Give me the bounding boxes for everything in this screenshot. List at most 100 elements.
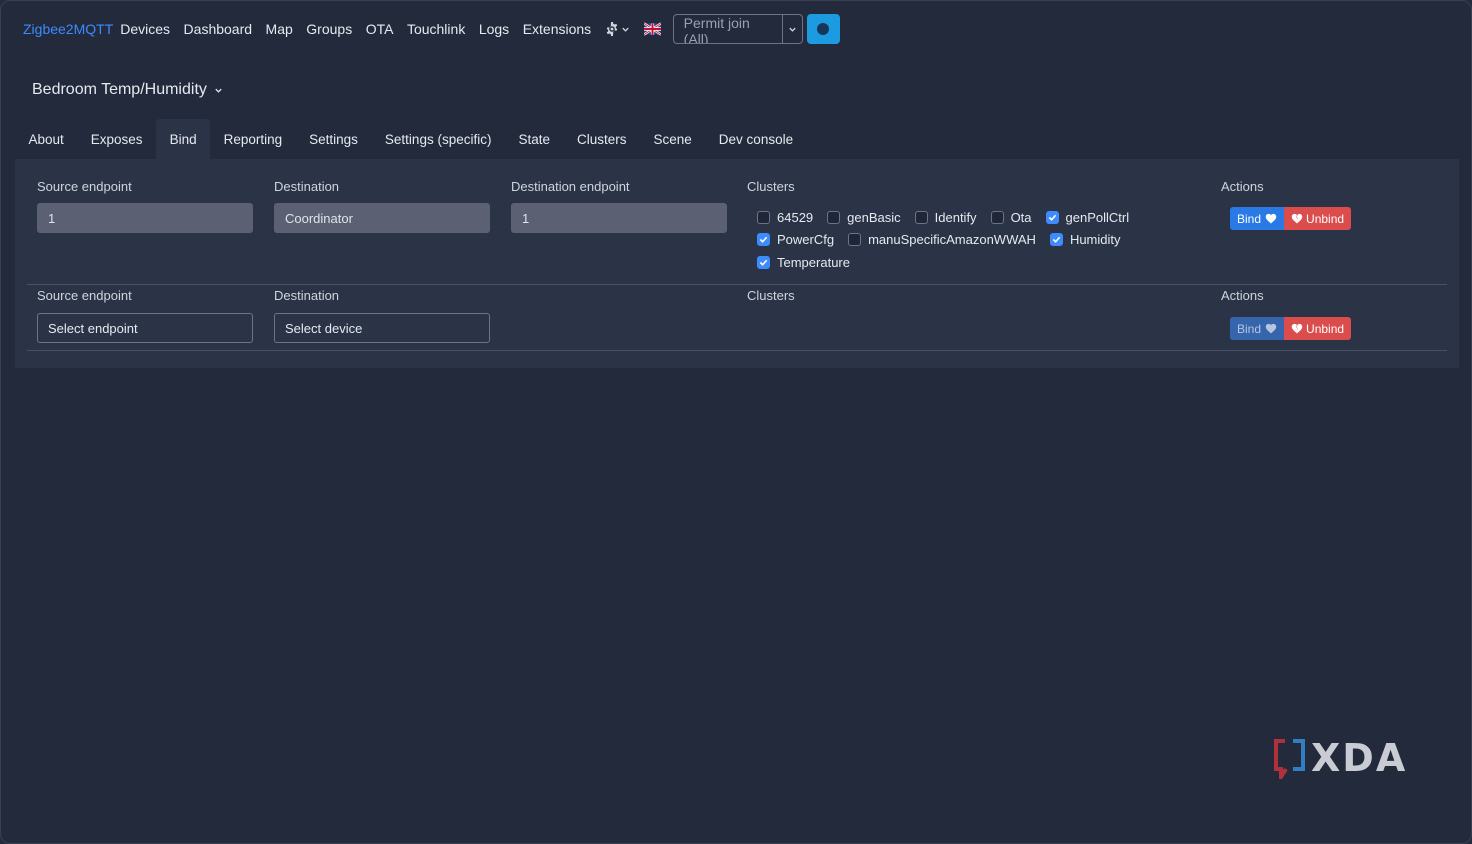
bind-button[interactable]: Bind — [1230, 317, 1285, 340]
destination-endpoint-field[interactable]: 1 — [511, 203, 727, 233]
nav-extensions[interactable]: Extensions — [523, 21, 591, 37]
uk-flag-icon[interactable] — [643, 22, 661, 36]
cluster-powercfg[interactable]: PowerCfg — [757, 232, 834, 247]
cluster-temperature[interactable]: Temperature — [757, 255, 850, 270]
device-title: Bedroom Temp/Humidity — [32, 81, 207, 98]
cluster-manuspecificamazonwwah[interactable]: manuSpecificAmazonWWAH — [848, 232, 1036, 247]
device-selector[interactable]: Bedroom Temp/Humidity — [32, 81, 223, 99]
row-actions: Bind Unbind — [1230, 207, 1352, 230]
tab-clusters[interactable]: Clusters — [564, 119, 641, 159]
source-endpoint-label: Source endpoint — [37, 179, 132, 194]
check-icon — [1048, 214, 1056, 221]
tab-scene[interactable]: Scene — [640, 119, 705, 159]
destination-endpoint-label: Destination endpoint — [511, 179, 630, 194]
unbind-label: Unbind — [1306, 211, 1345, 226]
checkbox-checked[interactable] — [757, 233, 770, 247]
checkbox[interactable] — [914, 210, 928, 224]
source-endpoint-label: Source endpoint — [37, 288, 132, 303]
cluster-label: 64529 — [777, 209, 814, 225]
cluster-label: genBasic — [847, 209, 901, 225]
watermark-text: XDA — [1311, 736, 1408, 780]
tab-settings[interactable]: Settings — [296, 119, 372, 159]
destination-select[interactable]: Select device — [274, 313, 490, 343]
cluster-label: Humidity — [1069, 232, 1121, 248]
nav-ota[interactable]: OTA — [366, 21, 394, 37]
unbind-button[interactable]: Unbind — [1284, 207, 1352, 230]
permit-join-group: Permit join (All) — [672, 14, 803, 44]
cluster-ota[interactable]: Ota — [990, 209, 1032, 225]
xda-logo-icon — [1274, 739, 1305, 779]
cluster-label: Identify — [934, 209, 977, 225]
source-endpoint-placeholder: Select endpoint — [48, 320, 138, 336]
actions-label: Actions — [1221, 288, 1264, 303]
tab-settings-specific[interactable]: Settings (specific) — [371, 119, 505, 159]
tab-dev-console[interactable]: Dev console — [705, 119, 806, 159]
clusters-line: 64529 genBasic Identify Ota genPollCtrl — [757, 206, 1157, 229]
nav-groups[interactable]: Groups — [306, 21, 352, 37]
chevron-down-icon — [621, 27, 629, 32]
broken-heart-icon — [1291, 323, 1303, 334]
bind-button[interactable]: Bind — [1230, 207, 1285, 230]
unbind-button[interactable]: Unbind — [1284, 317, 1352, 340]
cluster-humidity[interactable]: Humidity — [1049, 232, 1121, 248]
gear-icon — [606, 22, 617, 36]
checkbox[interactable] — [990, 210, 1004, 224]
row-actions: Bind Unbind — [1230, 317, 1352, 340]
unbind-label: Unbind — [1306, 321, 1345, 336]
source-endpoint-select[interactable]: Select endpoint — [37, 313, 253, 343]
destination-placeholder: Select device — [285, 320, 363, 336]
tab-bind[interactable]: Bind — [156, 119, 211, 159]
bind-row: Source endpoint Destination Destination … — [27, 159, 1447, 285]
nav-touchlink[interactable]: Touchlink — [407, 21, 465, 37]
cluster-identify[interactable]: Identify — [914, 209, 977, 225]
app-window: Zigbee2MQTT Devices Dashboard Map Groups… — [0, 0, 1472, 844]
tab-about[interactable]: About — [15, 119, 77, 159]
cluster-genbasic[interactable]: genBasic — [827, 209, 901, 225]
cluster-label: Temperature — [777, 254, 850, 270]
check-icon — [1052, 236, 1061, 244]
permit-join-dropdown[interactable] — [781, 15, 802, 43]
chevron-down-icon — [215, 88, 222, 93]
cluster-64529[interactable]: 64529 — [757, 210, 813, 225]
clusters-label: Clusters — [747, 288, 795, 303]
destination-label: Destination — [274, 288, 340, 303]
checkbox-checked[interactable] — [757, 255, 770, 269]
clusters-line: PowerCfg manuSpecificAmazonWWAH Humidity — [757, 229, 1157, 252]
xda-watermark: XDA — [1273, 736, 1407, 780]
checkbox-checked[interactable] — [1049, 233, 1063, 247]
tab-reporting[interactable]: Reporting — [210, 119, 296, 159]
nav-devices[interactable]: Devices — [120, 21, 170, 37]
destination-field[interactable]: Coordinator — [274, 203, 490, 233]
checkbox-checked[interactable] — [1045, 210, 1059, 224]
heart-icon — [1265, 213, 1277, 224]
checkbox[interactable] — [848, 233, 862, 247]
cluster-genpollctrl[interactable]: genPollCtrl — [1045, 209, 1130, 225]
destination-label: Destination — [274, 179, 340, 194]
bind-panel: Source endpoint Destination Destination … — [15, 159, 1459, 368]
broken-heart-icon — [1291, 213, 1303, 224]
nav-dashboard[interactable]: Dashboard — [184, 21, 253, 37]
brand-link[interactable]: Zigbee2MQTT — [23, 21, 113, 37]
destination-value: Coordinator — [285, 210, 353, 226]
check-icon — [759, 236, 768, 244]
destination-endpoint-value: 1 — [522, 210, 530, 226]
nav-logs[interactable]: Logs — [479, 21, 509, 37]
tab-state[interactable]: State — [505, 119, 564, 159]
nav-map[interactable]: Map — [266, 21, 293, 37]
theme-toggle-button[interactable] — [806, 14, 840, 44]
bind-label: Bind — [1237, 321, 1262, 336]
source-endpoint-value: 1 — [48, 210, 56, 226]
tab-exposes[interactable]: Exposes — [77, 119, 156, 159]
clusters-line: Temperature — [757, 251, 1157, 274]
device-tabs: About Exposes Bind Reporting Settings Se… — [15, 119, 807, 159]
check-icon — [759, 259, 768, 266]
top-navbar: Zigbee2MQTT Devices Dashboard Map Groups… — [1, 13, 840, 45]
settings-dropdown[interactable] — [605, 22, 630, 36]
cluster-label: genPollCtrl — [1065, 209, 1130, 225]
source-endpoint-field[interactable]: 1 — [37, 203, 253, 233]
cluster-label: Ota — [1010, 209, 1032, 225]
cluster-label: manuSpecificAmazonWWAH — [868, 232, 1036, 248]
checkbox[interactable] — [757, 210, 770, 224]
permit-join-button[interactable]: Permit join (All) — [674, 15, 782, 43]
checkbox[interactable] — [827, 210, 841, 224]
